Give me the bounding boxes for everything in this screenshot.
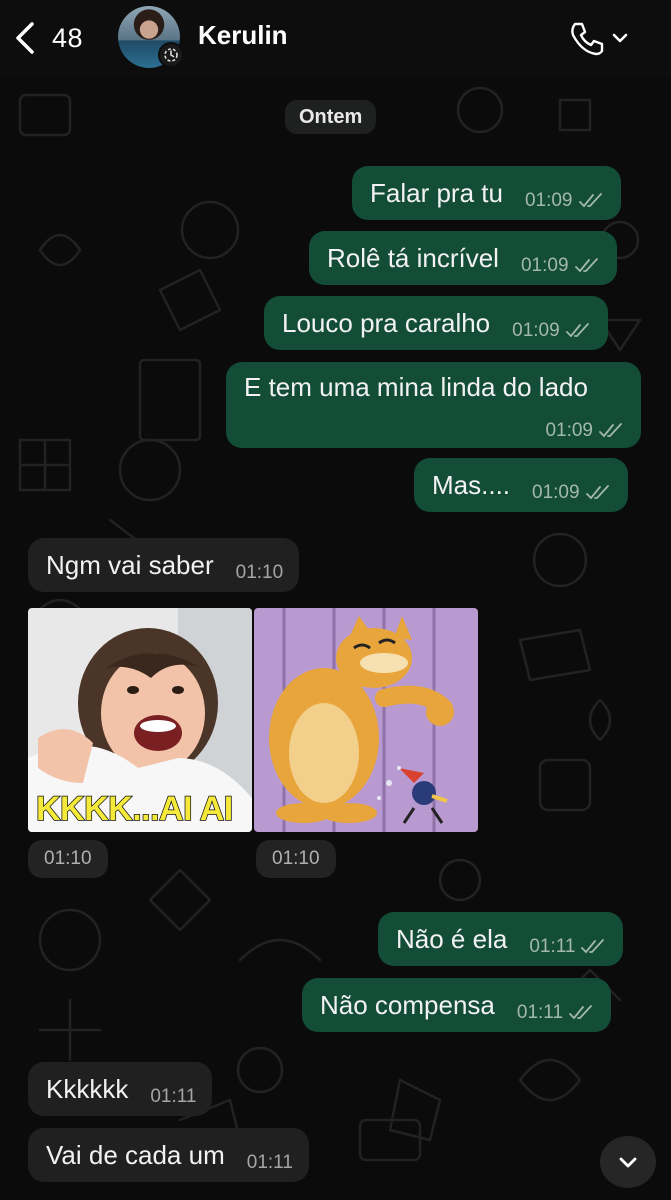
- message-time: 01:11: [246, 1152, 293, 1173]
- message-bubble-outgoing[interactable]: Rolê tá incrível 01:09: [309, 231, 617, 285]
- unread-count: 48: [52, 22, 84, 53]
- message-meta: 01:10: [236, 562, 284, 584]
- double-check-icon: [569, 1005, 592, 1020]
- double-check-icon: [565, 323, 589, 338]
- message-text: Não compensa: [320, 989, 495, 1020]
- message-bubble-incoming[interactable]: Vai de cada um 01:11: [28, 1128, 309, 1182]
- scroll-down-button[interactable]: [600, 1136, 656, 1188]
- message-meta: 01:09: [532, 482, 612, 504]
- message-meta: 01:11: [517, 1002, 595, 1024]
- message-text: Kkkkkk: [46, 1073, 129, 1104]
- message-time: 01:11: [529, 936, 576, 957]
- message-meta: 01:09: [512, 320, 592, 342]
- double-check-icon: [574, 258, 598, 273]
- message-meta: 01:11: [150, 1086, 196, 1108]
- message-time: 01:09: [512, 320, 560, 341]
- double-check-icon: [581, 939, 605, 954]
- status-timer-icon: [158, 42, 184, 68]
- sticker-image-cartoon[interactable]: [254, 608, 478, 832]
- message-text: Rolê tá incrível: [327, 242, 499, 273]
- date-separator: Ontem: [285, 100, 377, 134]
- message-bubble-incoming[interactable]: Ngm vai saber 01:10: [28, 538, 300, 592]
- message-bubble-outgoing[interactable]: Louco pra caralho 01:09: [264, 296, 608, 350]
- phone-icon: [571, 22, 604, 56]
- double-check-icon: [599, 423, 622, 438]
- message-bubble-outgoing[interactable]: Não é ela 01:11: [378, 912, 624, 966]
- message-time: 01:11: [516, 1002, 564, 1023]
- sticker-time: 01:10: [28, 840, 108, 878]
- message-text: Ngm vai saber: [46, 549, 214, 580]
- scroll-down-icon: [619, 1157, 637, 1168]
- message-bubble-outgoing[interactable]: Falar pra tu 01:09: [352, 166, 621, 220]
- message-text: Louco pra caralho: [282, 307, 491, 338]
- sticker-time: 01:10: [256, 840, 336, 878]
- double-check-icon: [578, 193, 602, 208]
- message-bubble-incoming[interactable]: Kkkkkk 01:11: [28, 1062, 213, 1116]
- chevron-left-icon: [16, 22, 34, 54]
- chat-area[interactable]: Ontem Falar pra tu 01:09 Rolê tá incríve…: [0, 78, 671, 1200]
- message-time: 01:09: [524, 190, 573, 211]
- message-text: E tem uma mina linda do lado: [244, 372, 588, 402]
- sticker-caption: KKKK...AI AI: [35, 789, 234, 829]
- sticker-cartoon-art: [254, 608, 478, 832]
- message-text: Falar pra tu: [370, 177, 503, 208]
- sticker-image-kid[interactable]: KKKK...AI AI: [28, 608, 252, 832]
- message-meta: 01:11: [247, 1152, 293, 1174]
- contact-name[interactable]: Kerulin: [198, 20, 288, 51]
- message-text: Vai de cada um: [46, 1139, 225, 1170]
- message-time: 01:09: [520, 255, 569, 276]
- message-text: Não é ela: [396, 923, 508, 954]
- message-time: 01:11: [150, 1086, 197, 1107]
- message-meta: 01:09: [525, 190, 605, 212]
- message-bubble-outgoing[interactable]: Não compensa 01:11: [302, 978, 612, 1032]
- message-meta: 01:11: [529, 936, 607, 958]
- message-bubble-outgoing[interactable]: E tem uma mina linda do lado 01:09: [226, 362, 641, 448]
- message-time: 01:09: [532, 482, 580, 503]
- message-time: 01:10: [235, 562, 284, 583]
- message-text: Mas....: [432, 469, 511, 500]
- message-time: 01:09: [545, 420, 593, 441]
- message-meta: 01:09: [521, 255, 601, 277]
- message-meta: 01:09: [545, 420, 625, 442]
- double-check-icon: [585, 485, 609, 500]
- call-button[interactable]: [566, 16, 636, 60]
- message-bubble-outgoing[interactable]: Mas.... 01:09: [414, 458, 628, 512]
- back-button[interactable]: 48: [12, 18, 102, 58]
- chat-header: 48 Kerulin: [0, 0, 671, 78]
- chevron-down-icon: [612, 33, 628, 43]
